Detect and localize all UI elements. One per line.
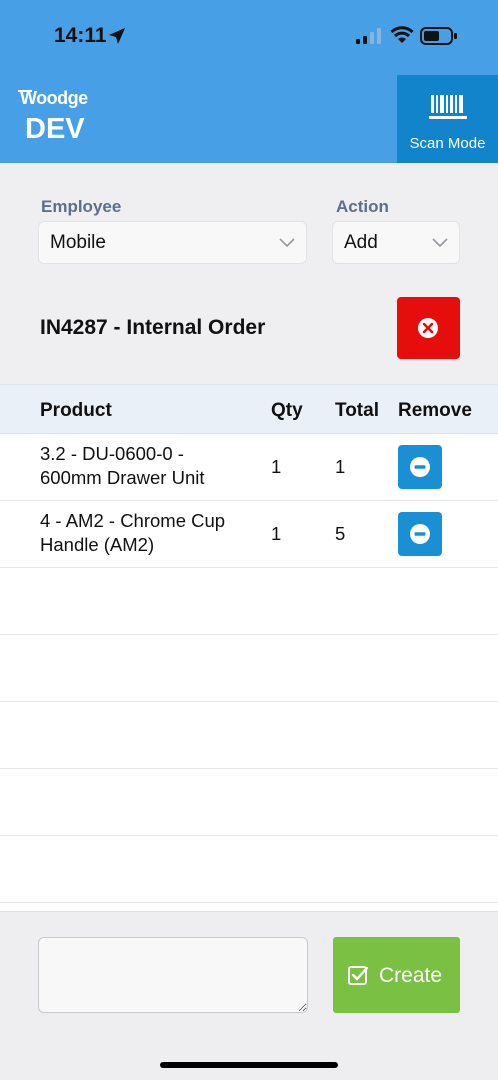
empty-table-row: [0, 836, 498, 903]
barcode-icon: [429, 95, 467, 119]
scan-mode-button[interactable]: Scan Mode: [397, 75, 498, 163]
scan-mode-label: Scan Mode: [409, 135, 486, 152]
footer-bar: Create: [0, 911, 498, 1080]
note-input[interactable]: [38, 937, 308, 1013]
total-cell: 1: [335, 456, 346, 477]
cellular-signal-icon: [356, 28, 381, 44]
close-circle-icon: [418, 318, 438, 338]
chevron-down-icon: [279, 238, 295, 248]
empty-table-row: [0, 635, 498, 702]
logo-brand: Woodge: [20, 88, 88, 108]
empty-table-row: [0, 568, 498, 635]
remove-line-button[interactable]: [398, 445, 442, 489]
battery-icon: [420, 27, 457, 45]
column-header-product: Product: [40, 400, 112, 421]
employee-value: Mobile: [50, 232, 106, 253]
column-header-remove: Remove: [398, 400, 472, 421]
checkbox-checked-icon: [348, 966, 369, 985]
table-row: 4 - AM2 - Chrome Cup Handle (AM2) 1 5: [0, 501, 498, 568]
app-header: 14:11 Woodge DEV Scan Mode: [0, 0, 498, 163]
total-cell: 5: [335, 523, 346, 544]
order-title: IN4287 - Internal Order: [40, 316, 266, 339]
create-button[interactable]: Create: [333, 937, 460, 1013]
action-label: Action: [336, 197, 389, 216]
employee-select[interactable]: Mobile: [38, 221, 307, 264]
employee-label: Employee: [41, 197, 122, 216]
minus-circle-icon: [410, 524, 430, 544]
table-header: Product Qty Total Remove: [0, 384, 498, 434]
column-header-qty: Qty: [271, 400, 303, 421]
product-cell-line2: 600mm Drawer Unit: [40, 467, 205, 488]
status-time: 14:11: [54, 24, 107, 47]
logo-env: DEV: [25, 113, 85, 145]
chevron-down-icon: [432, 238, 448, 248]
empty-table-row: [0, 702, 498, 769]
action-select[interactable]: Add: [332, 221, 460, 264]
column-header-total: Total: [335, 400, 379, 421]
empty-table-row: [0, 769, 498, 836]
home-indicator: [160, 1062, 338, 1068]
action-value: Add: [344, 232, 378, 253]
qty-cell: 1: [271, 523, 282, 544]
wifi-icon: [390, 26, 414, 43]
product-cell-line1: 3.2 - DU-0600-0 -: [40, 443, 184, 464]
qty-cell: 1: [271, 456, 282, 477]
order-lines-table: Product Qty Total Remove 3.2 - DU-0600-0…: [0, 384, 498, 911]
location-arrow-icon: [109, 28, 125, 44]
product-cell-line1: 4 - AM2 - Chrome Cup: [40, 510, 226, 531]
product-cell-line2: Handle (AM2): [40, 534, 155, 555]
delete-order-button[interactable]: [397, 297, 460, 359]
table-row: 3.2 - DU-0600-0 - 600mm Drawer Unit 1 1: [0, 434, 498, 501]
remove-line-button[interactable]: [398, 512, 442, 556]
create-label: Create: [379, 964, 443, 987]
minus-circle-icon: [410, 457, 430, 477]
